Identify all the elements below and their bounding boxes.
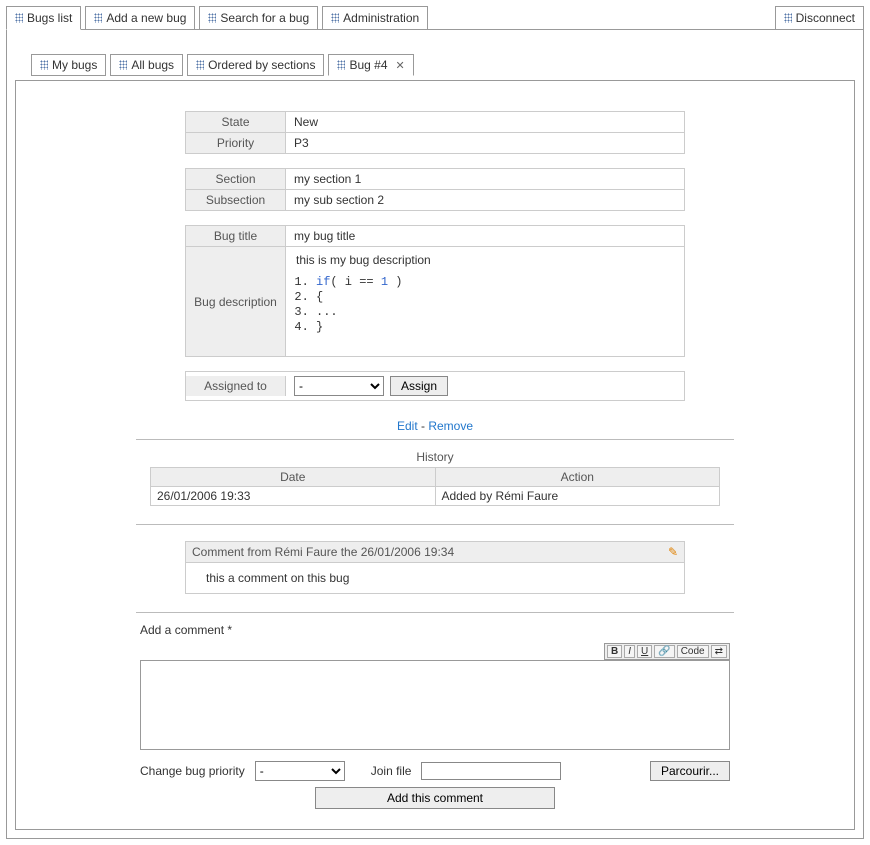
- comment-box: Comment from Rémi Faure the 26/01/2006 1…: [185, 541, 685, 594]
- comment-options-row: Change bug priority - Join file Parcouri…: [140, 761, 730, 781]
- grip-icon: [15, 13, 23, 23]
- subsection-label: Subsection: [186, 190, 286, 211]
- link-button[interactable]: 🔗: [654, 645, 674, 658]
- underline-button[interactable]: U: [637, 645, 652, 658]
- tab-label: My bugs: [52, 58, 97, 72]
- edit-comment-icon[interactable]: ✎: [668, 545, 678, 559]
- code-listing: if( i == 1 ) { ... }: [316, 275, 674, 334]
- tab-label: Bug #4: [349, 58, 387, 72]
- tab-bugs-list[interactable]: Bugs list: [6, 6, 81, 30]
- tab-all-bugs[interactable]: All bugs: [110, 54, 183, 76]
- description-text: this is my bug description: [296, 253, 674, 267]
- bug-description-value: this is my bug description if( i == 1 ) …: [286, 247, 685, 357]
- state-label: State: [186, 112, 286, 133]
- tab-label: All bugs: [131, 58, 174, 72]
- tab-search-bug[interactable]: Search for a bug: [199, 6, 318, 30]
- bug-detail-panel: State New Priority P3 Section my section…: [15, 80, 855, 830]
- subsection-value: my sub section 2: [286, 190, 685, 211]
- bold-button[interactable]: B: [607, 645, 622, 658]
- section-value: my section 1: [286, 169, 685, 190]
- divider: [136, 612, 734, 613]
- comment-header: Comment from Rémi Faure the 26/01/2006 1…: [185, 541, 685, 563]
- add-comment-section: Add a comment * B I U 🔗 Code ⇄ Change bu…: [140, 623, 730, 809]
- comment-body: this a comment on this bug: [185, 563, 685, 594]
- bug-title-value: my bug title: [286, 226, 685, 247]
- comment-textarea[interactable]: [140, 660, 730, 750]
- top-tab-bar: Bugs list Add a new bug Search for a bug…: [6, 6, 864, 30]
- remove-link[interactable]: Remove: [428, 419, 473, 433]
- history-action-cell: Added by Rémi Faure: [435, 487, 720, 506]
- close-icon[interactable]: ✕: [396, 59, 405, 72]
- tab-add-bug[interactable]: Add a new bug: [85, 6, 195, 30]
- section-label: Section: [186, 169, 286, 190]
- grip-icon: [94, 13, 102, 23]
- action-links: Edit - Remove: [136, 419, 734, 433]
- add-comment-button[interactable]: Add this comment: [315, 787, 555, 809]
- assigned-to-label: Assigned to: [186, 376, 286, 396]
- grip-icon: [119, 60, 127, 70]
- bug-description-label: Bug description: [186, 247, 286, 357]
- tab-label: Bugs list: [27, 11, 72, 25]
- italic-button[interactable]: I: [624, 645, 635, 658]
- tab-label: Search for a bug: [220, 11, 309, 25]
- grip-icon: [337, 60, 345, 70]
- tab-label: Disconnect: [796, 11, 855, 25]
- history-action-header: Action: [435, 468, 720, 487]
- browse-button[interactable]: Parcourir...: [650, 761, 730, 781]
- grip-icon: [331, 13, 339, 23]
- history-date-cell: 26/01/2006 19:33: [151, 487, 436, 506]
- tab-disconnect[interactable]: Disconnect: [775, 6, 864, 30]
- misc-button[interactable]: ⇄: [711, 645, 727, 658]
- tab-administration[interactable]: Administration: [322, 6, 428, 30]
- state-value: New: [286, 112, 685, 133]
- change-priority-select[interactable]: -: [255, 761, 345, 781]
- section-table: Section my section 1 Subsection my sub s…: [185, 168, 685, 211]
- change-priority-label: Change bug priority: [140, 764, 245, 778]
- editor-toolbar: B I U 🔗 Code ⇄: [604, 643, 730, 660]
- assigned-to-select[interactable]: -: [294, 376, 384, 396]
- grip-icon: [40, 60, 48, 70]
- history-section: History Date Action 26/01/2006 19:33 Add…: [150, 450, 720, 506]
- tab-bug-4[interactable]: Bug #4 ✕: [328, 54, 413, 76]
- grip-icon: [208, 13, 216, 23]
- add-comment-label: Add a comment *: [140, 623, 730, 637]
- grip-icon: [784, 13, 792, 23]
- tab-label: Ordered by sections: [208, 58, 315, 72]
- tab-ordered-sections[interactable]: Ordered by sections: [187, 54, 324, 76]
- comment-header-text: Comment from Rémi Faure the 26/01/2006 1…: [192, 545, 454, 559]
- table-row: 26/01/2006 19:33 Added by Rémi Faure: [151, 487, 720, 506]
- code-button[interactable]: Code: [677, 645, 709, 658]
- tab-label: Add a new bug: [106, 11, 186, 25]
- join-file-input[interactable]: [421, 762, 561, 780]
- outer-panel: My bugs All bugs Ordered by sections Bug…: [6, 29, 864, 839]
- assign-button[interactable]: Assign: [390, 376, 448, 396]
- tab-my-bugs[interactable]: My bugs: [31, 54, 106, 76]
- history-table: Date Action 26/01/2006 19:33 Added by Ré…: [150, 467, 720, 506]
- history-date-header: Date: [151, 468, 436, 487]
- grip-icon: [196, 60, 204, 70]
- priority-label: Priority: [186, 133, 286, 154]
- bug-title-label: Bug title: [186, 226, 286, 247]
- inner-tab-bar: My bugs All bugs Ordered by sections Bug…: [31, 54, 414, 76]
- divider: [136, 524, 734, 525]
- title-description-table: Bug title my bug title Bug description t…: [185, 225, 685, 357]
- join-file-label: Join file: [371, 764, 412, 778]
- state-priority-table: State New Priority P3: [185, 111, 685, 154]
- divider: [136, 439, 734, 440]
- priority-value: P3: [286, 133, 685, 154]
- edit-link[interactable]: Edit: [397, 419, 418, 433]
- history-title: History: [150, 450, 720, 464]
- tab-label: Administration: [343, 11, 419, 25]
- assign-row: Assigned to - Assign: [185, 371, 685, 401]
